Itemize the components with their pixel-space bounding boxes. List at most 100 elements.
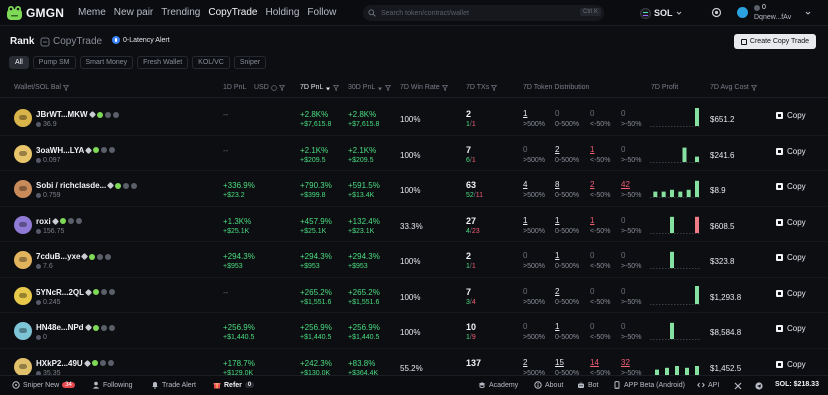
sol-balance: 36.9 [36, 121, 57, 128]
distribution-count: 2 [555, 286, 560, 296]
wallet-name[interactable]: 7cduB...yxe [36, 252, 112, 261]
badge-icon [108, 324, 115, 331]
gear-icon[interactable] [711, 7, 722, 18]
column-avg-cost[interactable]: 7D Avg Cost [710, 84, 757, 91]
about-link[interactable]: About [534, 381, 563, 389]
avatar[interactable] [14, 251, 32, 269]
copy-icon [776, 147, 783, 155]
edit-icon[interactable] [84, 288, 93, 296]
edit-icon[interactable] [83, 359, 91, 367]
column-1d-pnl[interactable]: 1D PnL [223, 84, 246, 91]
latency-alert[interactable]: 0-Latency Alert [112, 36, 170, 44]
following-link[interactable]: Following [92, 381, 133, 389]
tx-count: 10 [466, 322, 477, 332]
copy-button[interactable]: Copy [776, 289, 806, 298]
table-row[interactable]: 5YNcR...2QL 0.245 -- +265.2% +$1,551.6 +265… [0, 278, 828, 313]
distribution-count: 0 [523, 251, 528, 260]
column-7d-pnl[interactable]: 7D PnL [300, 84, 340, 91]
sniper-count-badge: 34 [62, 382, 75, 388]
wallet-name[interactable]: HXkP2...49U [36, 359, 114, 368]
table-row[interactable]: 3oaWH...LYA 0.097 -- +2.1K% +$209.5 +2.1K% +… [0, 136, 828, 171]
copy-button[interactable]: Copy [776, 253, 806, 262]
table-row[interactable]: JBrWT...MKW 36.9 -- +2.8K% +$7,615.8 +2.8K%… [0, 100, 828, 136]
api-link[interactable]: API [697, 381, 719, 389]
wallet-icon [754, 4, 760, 11]
nav-holding[interactable]: Holding [265, 7, 299, 18]
wallet-name[interactable]: roxi [36, 217, 82, 226]
table-row[interactable]: 7cduB...yxe 7.6 +294.3% +$953 +294.3% +$953… [0, 242, 828, 278]
bot-label: Bot [588, 381, 599, 389]
wallet-name[interactable]: 3oaWH...LYA [36, 146, 116, 155]
copy-button[interactable]: Copy [776, 182, 806, 191]
column-wallet[interactable]: Wallet/SOL Bal [14, 84, 69, 91]
edit-icon[interactable] [84, 323, 92, 332]
nav-trending[interactable]: Trending [161, 7, 200, 18]
copytrade-label: CopyTrade [53, 36, 103, 47]
distribution-count: 0 [590, 251, 595, 260]
edit-icon[interactable] [107, 181, 115, 190]
telegram-icon[interactable] [755, 382, 763, 390]
tab-pump-sm[interactable]: Pump SM [32, 56, 76, 69]
edit-icon[interactable] [85, 146, 93, 154]
copy-icon [776, 289, 783, 297]
tab-smart-money[interactable]: Smart Money [79, 56, 134, 69]
pnl-30d-usd: +$7,615.8 [348, 121, 380, 128]
filter-icon [441, 84, 448, 91]
copytrade-tab[interactable]: CopyTrade [40, 36, 102, 47]
profit-bar [686, 189, 691, 197]
create-copy-trade-button[interactable]: Create Copy Trade [734, 34, 816, 49]
sniper-new-link[interactable]: Sniper New 34 [12, 381, 75, 389]
search-input[interactable]: Search token/contract/wallet Ctrl K [363, 5, 604, 21]
bot-link[interactable]: Bot [577, 381, 599, 389]
copy-button[interactable]: Copy [776, 218, 806, 227]
table-row[interactable]: Sobi / richclasde... 0.759 +336.9% +$23.2… [0, 171, 828, 207]
x-twitter-icon[interactable] [734, 382, 742, 390]
distribution-count: 1 [590, 215, 595, 225]
table-row[interactable]: roxi 156.75 +1.3K% +$25.1K +457.9% +$25.1K +… [0, 207, 828, 242]
avatar[interactable] [14, 144, 32, 163]
tab-sniper[interactable]: Sniper [233, 56, 267, 69]
avatar[interactable] [14, 357, 32, 375]
tab-fresh-wallet[interactable]: Fresh Wallet [137, 56, 189, 69]
trade-alert-link[interactable]: Trade Alert [151, 381, 196, 389]
buy-sell-count: 1/1 [466, 121, 476, 128]
app-beta-link[interactable]: APP Beta (Android) [613, 381, 685, 389]
academy-icon [478, 382, 486, 389]
copy-button[interactable]: Copy [776, 360, 806, 369]
avatar[interactable] [14, 109, 32, 127]
copy-button[interactable]: Copy [776, 147, 806, 156]
wallet-name[interactable]: JBrWT...MKW [36, 110, 119, 119]
avatar[interactable] [14, 180, 32, 198]
edit-icon[interactable] [51, 217, 59, 225]
copy-button[interactable]: Copy [776, 324, 806, 333]
tab-all[interactable]: All [9, 56, 29, 69]
logo[interactable]: GMGN [6, 5, 64, 21]
avatar[interactable] [14, 322, 32, 340]
following-label: Following [103, 381, 133, 389]
nav-new-pair[interactable]: New pair [114, 7, 153, 18]
wallet-name[interactable]: HN48e...NPd [36, 323, 115, 332]
table-row[interactable]: HXkP2...49U 35.35 +178.7% +$129.0K +242.3%… [0, 349, 828, 375]
table-row[interactable]: HN48e...NPd 0 +256.9% +$1,440.5 +256.9% +$1… [0, 313, 828, 349]
main-nav: Meme New pair Trending CopyTrade Holding… [78, 7, 336, 18]
chain-selector[interactable]: SOL [640, 5, 682, 21]
nav-follow[interactable]: Follow [307, 7, 336, 18]
column-txs[interactable]: 7D TXs [466, 84, 498, 91]
edit-icon[interactable] [88, 110, 96, 119]
nav-meme[interactable]: Meme [78, 7, 106, 18]
wallet-name[interactable]: 5YNcR...2QL [36, 288, 116, 297]
avatar[interactable] [14, 215, 32, 234]
edit-icon[interactable] [81, 252, 89, 261]
refer-link[interactable]: Refer 0 [213, 381, 255, 389]
column-30d-pnl[interactable]: 30D PnL [348, 84, 392, 91]
academy-link[interactable]: Academy [478, 381, 518, 389]
distribution-count: 8 [555, 180, 560, 189]
column-win-rate[interactable]: 7D Win Rate [400, 84, 448, 91]
copy-button[interactable]: Copy [776, 111, 806, 120]
usd-toggle[interactable]: USD [254, 84, 285, 91]
avatar[interactable] [14, 286, 32, 305]
wallet-name[interactable]: Sobi / richclasde... [36, 181, 138, 190]
tab-kol-vc[interactable]: KOL/VC [192, 56, 230, 69]
nav-copytrade[interactable]: CopyTrade [208, 7, 257, 18]
wallet-menu[interactable]: 0 Dqnew...fAv [737, 3, 817, 23]
